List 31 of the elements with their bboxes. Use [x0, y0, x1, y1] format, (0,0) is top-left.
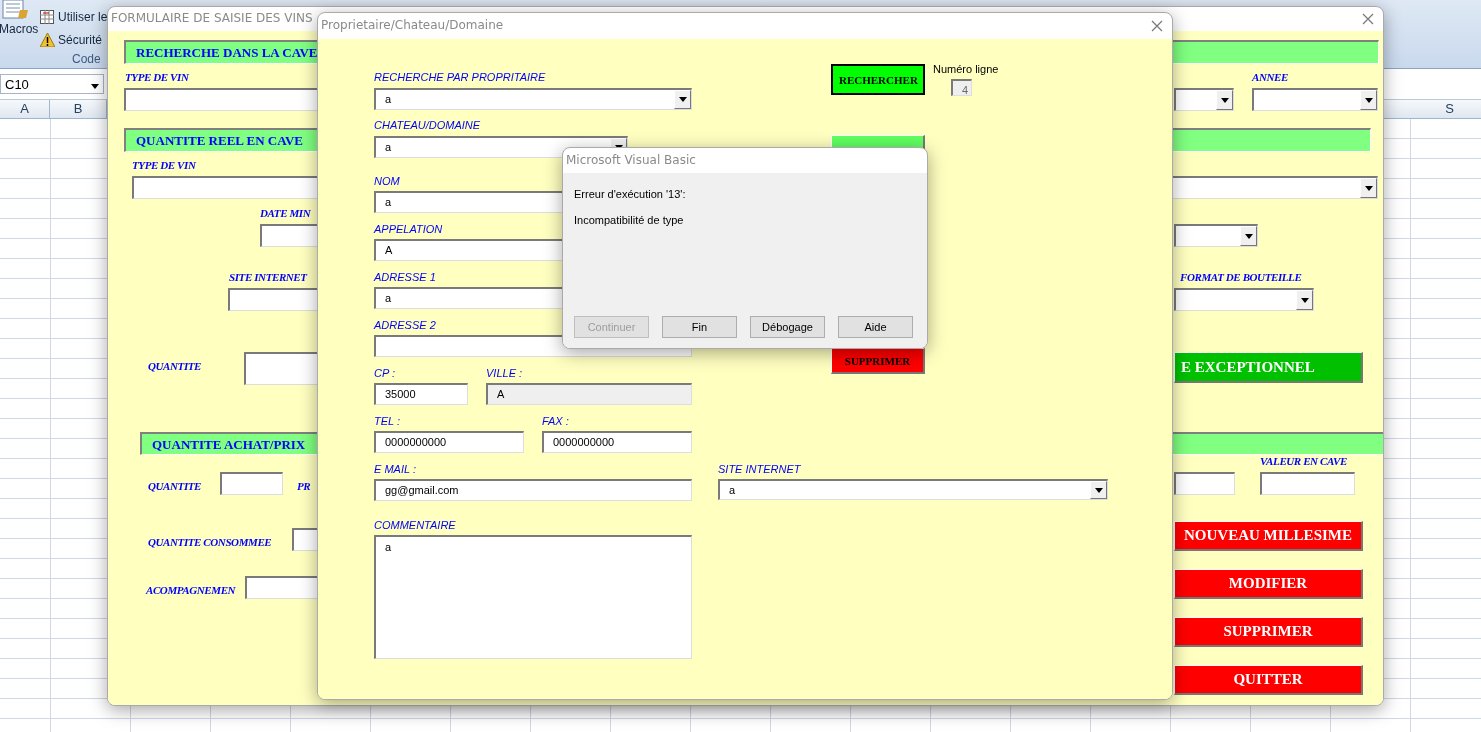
- field-label: FORMAT DE BOUTEILLE: [1180, 271, 1302, 283]
- field-label: COMMENTAIRE: [374, 519, 456, 531]
- field-label: E MAIL :: [374, 463, 416, 475]
- field-label: VILLE :: [486, 367, 523, 379]
- field-label: SITE INTERNET: [229, 271, 307, 283]
- field-label: QUANTITE: [148, 480, 202, 492]
- field-label: QUANTITE: [148, 360, 202, 372]
- field-label: NOM: [374, 175, 400, 187]
- field-label: ADRESSE 2: [374, 319, 436, 331]
- field-label: SITE INTERNET: [718, 463, 801, 475]
- field-label: TYPE DE VIN: [125, 71, 189, 83]
- field-label: QUANTITE CONSOMMEE: [148, 536, 272, 548]
- field-label: VALEUR EN CAVE: [1260, 455, 1347, 467]
- group-label: Code: [72, 52, 101, 66]
- field-label: APPELATION: [374, 223, 443, 235]
- field-label: FAX :: [542, 415, 569, 427]
- field-label: Numéro ligne: [933, 63, 999, 75]
- field-label: CHATEAU/DOMAINE: [374, 119, 481, 131]
- field-label: RECHERCHE PAR PROPRITAIRE: [374, 71, 546, 83]
- field-label: DATE MIN: [260, 207, 311, 219]
- field-label: ANNEE: [1252, 71, 1288, 83]
- error-message: Incompatibilité de type: [574, 214, 684, 226]
- field-label: ADRESSE 1: [374, 271, 436, 283]
- field-label: PR: [297, 480, 311, 492]
- field-label: ACOMPAGNEMEN: [146, 584, 236, 596]
- window-title: Proprietaire/Chateau/Domaine: [321, 18, 504, 32]
- field-label: CP :: [374, 367, 395, 379]
- error-message: Erreur d'exécution '13':: [574, 188, 686, 200]
- field-label: TEL :: [374, 415, 401, 427]
- field-label: TYPE DE VIN: [132, 159, 196, 171]
- window-title: FORMULAIRE DE SAISIE DES VINS: [111, 11, 313, 25]
